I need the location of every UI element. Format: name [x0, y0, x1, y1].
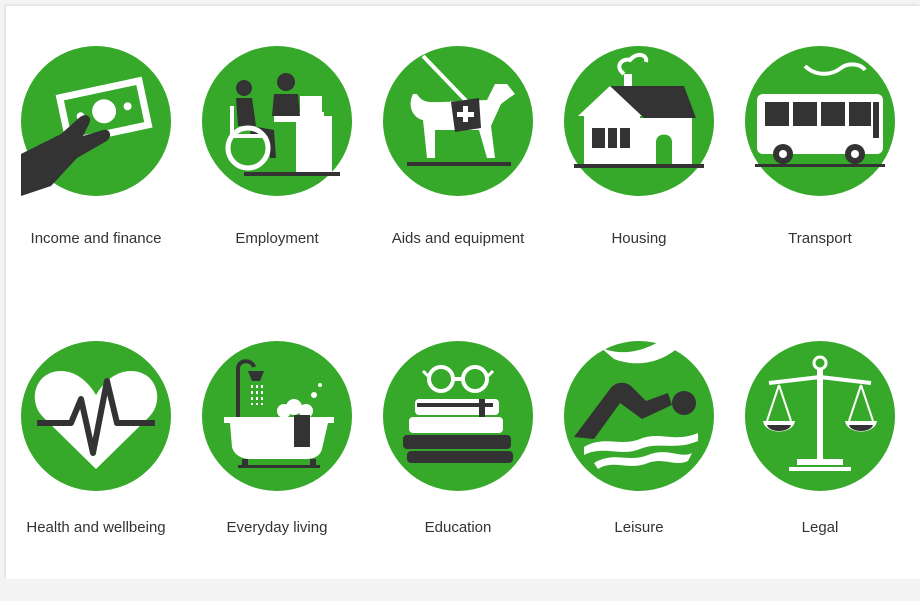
bathtub-icon [202, 341, 352, 491]
category-housing[interactable]: Housing [549, 46, 729, 306]
category-grid: Income and finance Employment Aids and e… [6, 6, 920, 579]
category-label: Everyday living [226, 519, 328, 536]
category-employment[interactable]: Employment [187, 46, 367, 306]
category-everyday-living[interactable]: Everyday living [187, 341, 367, 601]
category-label: Health and wellbeing [26, 519, 166, 536]
books-and-glasses-icon [383, 341, 533, 491]
category-health-and-wellbeing[interactable]: Health and wellbeing [6, 341, 186, 601]
scales-of-justice-icon [745, 341, 895, 491]
hand-holding-money-icon [21, 46, 171, 196]
category-label: Housing [611, 230, 667, 247]
office-workers-icon [202, 46, 352, 196]
category-leisure[interactable]: Leisure [549, 341, 729, 601]
category-income-and-finance[interactable]: Income and finance [6, 46, 186, 306]
category-legal[interactable]: Legal [730, 341, 910, 601]
category-label: Transport [788, 230, 852, 247]
category-label: Employment [235, 230, 319, 247]
house-icon [564, 46, 714, 196]
swimmer-icon [564, 341, 714, 491]
heartbeat-icon [21, 341, 171, 491]
category-education[interactable]: Education [368, 341, 548, 601]
bus-icon [745, 46, 895, 196]
category-label: Income and finance [30, 230, 162, 247]
category-label: Aids and equipment [391, 230, 525, 247]
category-label: Leisure [614, 519, 664, 536]
category-label: Education [424, 519, 492, 536]
category-transport[interactable]: Transport [730, 46, 910, 306]
category-label: Legal [801, 519, 839, 536]
category-aids-and-equipment[interactable]: Aids and equipment [368, 46, 548, 306]
guide-dog-icon [383, 46, 533, 196]
